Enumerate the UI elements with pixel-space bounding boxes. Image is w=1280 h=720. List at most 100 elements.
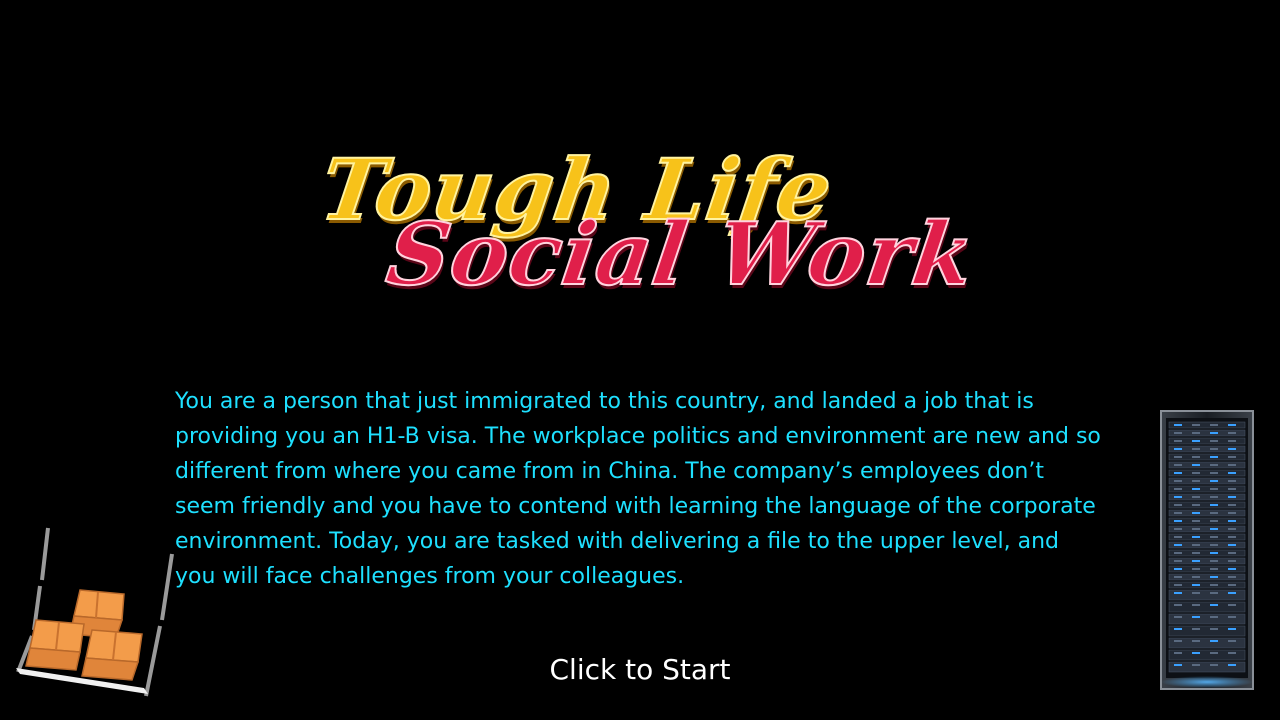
rack-led	[1228, 488, 1236, 490]
rack-led	[1192, 472, 1200, 474]
rack-led	[1228, 568, 1236, 570]
rack-led	[1228, 560, 1236, 562]
rack-led	[1174, 592, 1182, 594]
rack-unit	[1168, 613, 1246, 625]
rack-led	[1228, 528, 1236, 530]
rack-led	[1210, 448, 1218, 450]
rack-led	[1174, 628, 1182, 630]
rack-led	[1192, 488, 1200, 490]
rack-led	[1210, 464, 1218, 466]
rack-led	[1192, 552, 1200, 554]
rack-led	[1228, 604, 1236, 606]
rack-led	[1210, 604, 1218, 606]
rack-led	[1210, 544, 1218, 546]
rack-led	[1228, 576, 1236, 578]
rack-led	[1228, 592, 1236, 594]
rack-led	[1210, 664, 1218, 666]
rack-led	[1174, 496, 1182, 498]
rack-led	[1192, 424, 1200, 426]
rack-unit	[1168, 601, 1246, 613]
rack-led	[1192, 640, 1200, 642]
rack-led	[1174, 528, 1182, 530]
rack-led	[1228, 440, 1236, 442]
rack-led	[1210, 576, 1218, 578]
rack-led	[1174, 512, 1182, 514]
rack-led	[1210, 536, 1218, 538]
rack-led	[1210, 520, 1218, 522]
rack-led	[1174, 652, 1182, 654]
rack-led	[1192, 520, 1200, 522]
rack-led	[1192, 592, 1200, 594]
rack-led	[1192, 544, 1200, 546]
rack-led	[1174, 616, 1182, 618]
rack-led	[1192, 568, 1200, 570]
rack-led	[1210, 488, 1218, 490]
intro-description: You are a person that just immigrated to…	[175, 389, 1101, 589]
server-rack-icon	[1160, 410, 1254, 690]
rack-led	[1192, 584, 1200, 586]
rack-led	[1192, 456, 1200, 458]
rack-led	[1228, 480, 1236, 482]
rack-led	[1228, 652, 1236, 654]
rack-led	[1228, 664, 1236, 666]
rack-led	[1210, 584, 1218, 586]
rack-led	[1174, 432, 1182, 434]
rack-led	[1174, 440, 1182, 442]
rack-led	[1210, 456, 1218, 458]
rack-led	[1174, 536, 1182, 538]
rack-led	[1210, 652, 1218, 654]
rack-led	[1192, 616, 1200, 618]
rack-led	[1228, 432, 1236, 434]
rack-led	[1174, 472, 1182, 474]
rack-unit	[1168, 625, 1246, 637]
rack-led	[1192, 448, 1200, 450]
rack-led	[1174, 464, 1182, 466]
rack-led	[1192, 604, 1200, 606]
rack-led	[1228, 424, 1236, 426]
rack-led	[1210, 560, 1218, 562]
rack-led	[1192, 628, 1200, 630]
start-button[interactable]: Click to Start	[540, 648, 740, 692]
rack-led	[1174, 456, 1182, 458]
rack-led	[1174, 640, 1182, 642]
rack-led	[1174, 664, 1182, 666]
rack-led	[1174, 424, 1182, 426]
rack-led	[1174, 480, 1182, 482]
rack-led	[1174, 552, 1182, 554]
rack-led	[1174, 560, 1182, 562]
rack-led	[1174, 488, 1182, 490]
rack-led	[1192, 652, 1200, 654]
rack-led	[1210, 592, 1218, 594]
rack-led	[1210, 432, 1218, 434]
rack-led	[1210, 552, 1218, 554]
title-screen[interactable]: Tough Life Social Work You are a person …	[0, 0, 1280, 720]
rack-led	[1228, 520, 1236, 522]
rack-led	[1228, 584, 1236, 586]
rack-led	[1192, 560, 1200, 562]
rack-led	[1228, 472, 1236, 474]
rack-led	[1228, 464, 1236, 466]
rack-led	[1210, 628, 1218, 630]
rack-led	[1210, 512, 1218, 514]
stacked-boxes-icon	[16, 527, 174, 697]
rack-led	[1174, 504, 1182, 506]
rack-led	[1192, 496, 1200, 498]
rack-led	[1228, 640, 1236, 642]
rack-led	[1210, 568, 1218, 570]
rack-led	[1174, 604, 1182, 606]
rack-led	[1228, 552, 1236, 554]
rack-unit	[1168, 649, 1246, 661]
rack-led	[1228, 536, 1236, 538]
rack-led	[1192, 664, 1200, 666]
rack-led	[1192, 480, 1200, 482]
rack-led	[1192, 512, 1200, 514]
rack-led	[1210, 528, 1218, 530]
rack-led	[1210, 440, 1218, 442]
rack-led	[1192, 504, 1200, 506]
rack-led	[1228, 448, 1236, 450]
game-title-line-2: Social Work	[380, 203, 982, 306]
rack-led	[1210, 480, 1218, 482]
rack-led	[1228, 628, 1236, 630]
rack-led	[1228, 544, 1236, 546]
rack-led	[1228, 456, 1236, 458]
